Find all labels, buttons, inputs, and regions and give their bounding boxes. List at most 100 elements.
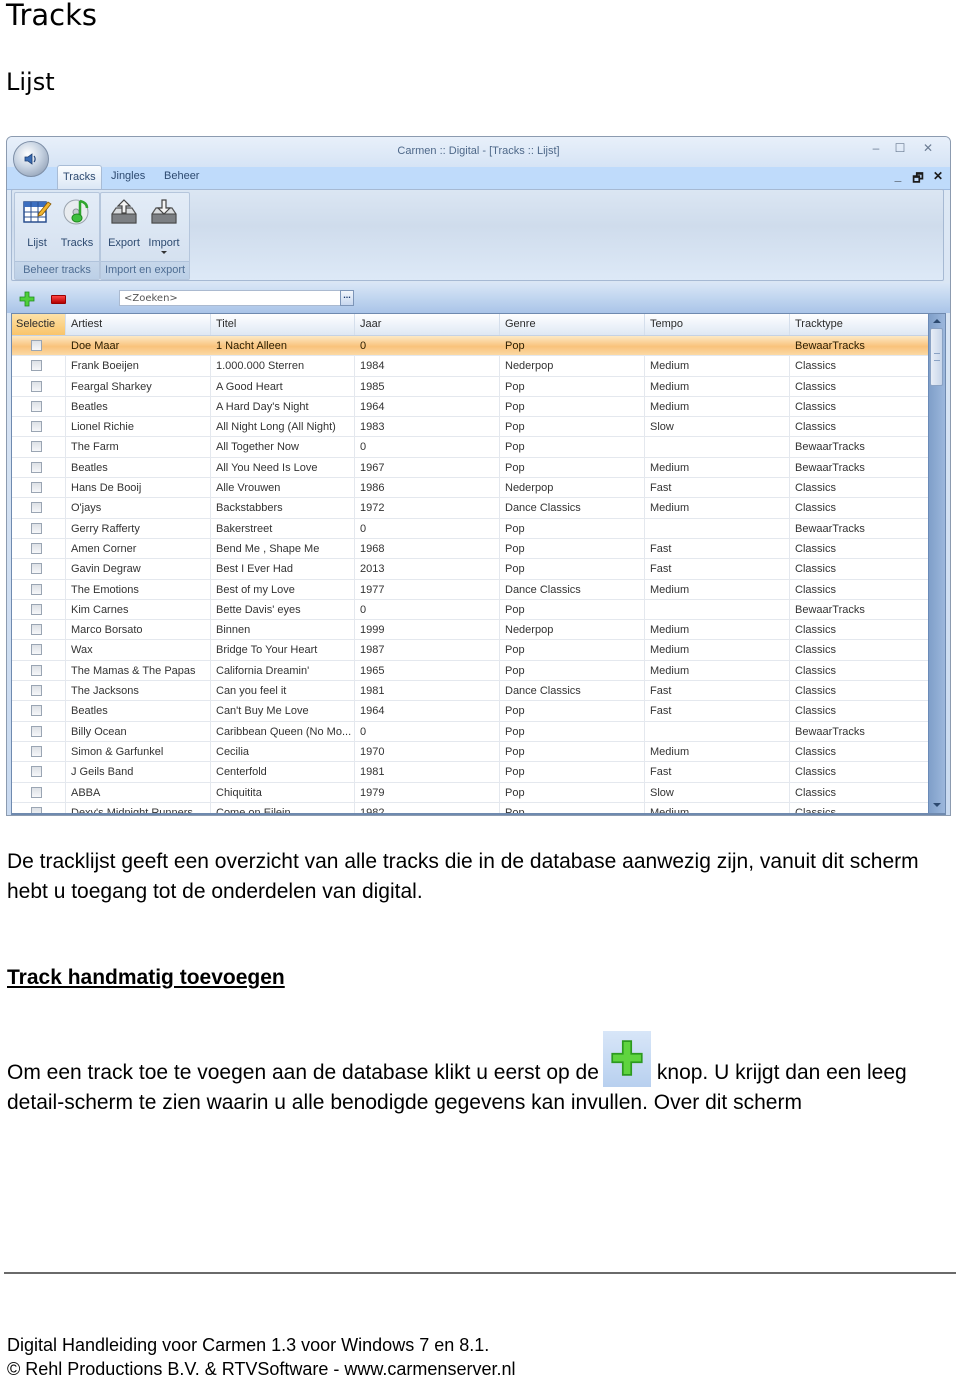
column-header-tracktype[interactable]: Tracktype [790,314,932,335]
row-select-checkbox[interactable] [31,685,42,697]
table-row[interactable]: Lionel Richie All Night Long (All Night) 1… [12,417,932,438]
row-select-checkbox[interactable] [31,603,42,615]
vertical-scrollbar[interactable] [928,314,945,813]
table-row[interactable]: Feargal Sharkey A Good Heart 1985 Pop Medium… [12,376,932,397]
row-select-checkbox[interactable] [31,725,42,737]
row-select-checkbox[interactable] [31,461,42,473]
cell-artiest: Billy Ocean [66,721,211,742]
column-header-selectie[interactable]: Selectie [12,314,66,335]
row-select-checkbox[interactable] [31,786,42,798]
row-select-checkbox[interactable] [31,360,42,372]
import-button[interactable]: Import [144,195,184,257]
row-select-checkbox[interactable] [31,664,42,676]
table-row[interactable]: Beatles All You Need Is Love 1967 Pop Medium… [12,457,932,479]
window-minimize-button[interactable]: – [866,141,886,155]
cell-titel: Alle Vrouwen [211,478,355,499]
scroll-down-arrow-icon[interactable] [933,803,941,807]
column-header-jaar[interactable]: Jaar [355,314,500,335]
table-row[interactable]: Amen Corner Bend Me , Shape Me 1968 Pop Fast… [12,538,932,560]
table-row[interactable]: O'jays Backstabbers 1972 Dance Classics Medi… [12,498,932,519]
table-row[interactable]: Wax Bridge To Your Heart 1987 Pop Medium Clas… [12,640,932,661]
tab-jingles[interactable]: Jingles [106,165,150,187]
scrollbar-thumb[interactable] [930,328,943,386]
cell-tracktype: Classics [795,644,836,657]
table-row[interactable]: J Geils Band Centerfold 1981 Pop Fast Classic… [12,762,932,783]
cell-jaar: 1970 [355,741,500,762]
cell-jaar: 0 [355,721,500,742]
row-select-checkbox[interactable] [31,745,42,757]
row-select-checkbox[interactable] [31,400,42,412]
cell-artiest: Gavin Degraw [66,559,211,580]
column-header-titel[interactable]: Titel [211,314,355,335]
table-row[interactable]: ABBA Chiquitita 1979 Pop Slow Classics [12,782,932,803]
mdi-minimize-button[interactable]: _ [890,169,906,183]
cell-artiest: The Jacksons [66,681,211,702]
row-select-checkbox[interactable] [31,380,42,392]
cell-selectie [12,762,66,783]
column-header-tempo[interactable]: Tempo [645,314,790,335]
column-header-genre[interactable]: Genre [500,314,645,335]
table-row[interactable]: Dexy's Midnight Runners Come on Eilein 198… [12,802,932,813]
row-select-checkbox[interactable] [31,482,42,494]
cell-artiest: The Emotions [66,579,211,600]
column-header-artiest[interactable]: Artiest [66,314,211,335]
row-select-checkbox[interactable] [31,522,42,534]
ribbon: Lijst Tracks Beheer tracks Export Import… [11,189,944,281]
cell-artiest: Feargal Sharkey [66,376,211,397]
mdi-close-button[interactable]: ✕ [930,169,946,183]
tracks-button[interactable]: Tracks [57,195,97,257]
footer-line-1: Digital Handleiding voor Carmen 1.3 voor… [7,1335,490,1355]
row-select-checkbox[interactable] [31,644,42,656]
table-row[interactable]: Frank Boeijen 1.000.000 Sterren 1984 Nederp… [12,356,932,377]
delete-track-button[interactable] [51,295,66,304]
row-select-checkbox[interactable] [31,705,42,717]
row-select-checkbox[interactable] [31,624,42,636]
tab-tracks[interactable]: Tracks [57,165,102,189]
table-row[interactable]: The Farm All Together Now 0 Pop BewaarTracks [12,437,932,458]
cell-tempo: Medium [645,660,790,681]
table-row[interactable]: Doe Maar 1 Nacht Alleen 0 Pop BewaarTracks [12,336,932,357]
cell-titel: Backstabbers [211,498,355,519]
table-row[interactable]: Marco Borsato Binnen 1999 Nederpop Medium Cla… [12,620,932,641]
cell-genre: Dance Classics [500,498,645,519]
cell-genre: Pop [500,437,645,458]
cell-titel: Best of my Love [211,579,355,600]
window-close-button[interactable]: ✕ [918,141,938,155]
cell-artiest: Amen Corner [66,538,211,559]
window-maximize-button[interactable]: ☐ [890,141,910,155]
table-row[interactable]: Beatles Can't Buy Me Love 1964 Pop Fast Class… [12,701,932,722]
table-row[interactable]: Beatles A Hard Day's Night 1964 Pop Medium Cl… [12,396,932,418]
row-select-checkbox[interactable] [31,563,42,575]
search-options-button[interactable]: ... [340,290,354,306]
row-select-checkbox[interactable] [31,502,42,514]
tab-beheer[interactable]: Beheer [159,165,204,187]
page-title: Tracks [6,0,97,32]
cell-genre: Nederpop [500,356,645,377]
row-select-checkbox[interactable] [31,542,42,554]
table-row[interactable]: Simon & Garfunkel Cecilia 1970 Pop Medium Cla… [12,741,932,763]
row-select-checkbox[interactable] [31,340,42,351]
mdi-restore-button[interactable]: 🗗 [910,169,926,190]
add-track-button[interactable] [19,291,35,307]
table-row[interactable]: The Emotions Best of my Love 1977 Dance Cla… [12,579,932,600]
row-select-checkbox[interactable] [31,806,42,813]
cell-selectie [12,620,66,641]
row-select-checkbox[interactable] [31,583,42,595]
row-select-checkbox[interactable] [31,441,42,453]
table-row[interactable]: Billy Ocean Caribbean Queen (No Mo... 0 Pop… [12,721,932,742]
import-dropdown-caret-icon[interactable] [161,251,167,254]
table-row[interactable]: Gerry Rafferty Bakerstreet 0 Pop BewaarTrack… [12,518,932,539]
cell-genre: Pop [500,376,645,397]
row-select-checkbox[interactable] [31,421,42,433]
table-row[interactable]: Gavin Degraw Best I Ever Had 2013 Pop Fast Cl… [12,559,932,580]
table-row[interactable]: The Jacksons Can you feel it 1981 Dance Cla… [12,681,932,702]
table-row[interactable]: The Mamas & The Papas California Dreamin'… [12,660,932,682]
cell-titel: Bakerstreet [211,518,355,539]
table-row[interactable]: Hans De Booij Alle Vrouwen 1986 Nederpop Fas… [12,478,932,499]
app-menu-button[interactable] [13,141,49,177]
table-row[interactable]: Kim Carnes Bette Davis' eyes 0 Pop BewaarTra… [12,599,932,621]
cell-tempo: Medium [645,396,790,417]
search-input[interactable] [119,290,341,306]
scroll-up-arrow-icon[interactable] [933,319,941,323]
row-select-checkbox[interactable] [31,766,42,778]
